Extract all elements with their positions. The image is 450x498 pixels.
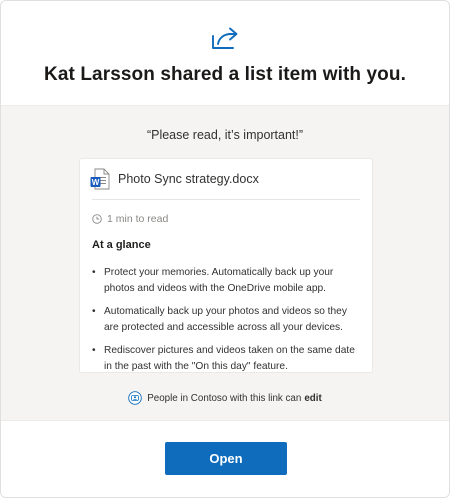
- word-document-icon: W: [90, 168, 110, 190]
- bullet: •: [92, 306, 96, 317]
- people-group-icon: [128, 391, 142, 405]
- read-time: 1 min to read: [92, 213, 360, 225]
- share-footer: Open: [1, 421, 449, 497]
- document-name[interactable]: Photo Sync strategy.docx: [118, 172, 259, 186]
- document-header: W Photo Sync strategy.docx: [90, 159, 360, 200]
- permission-level: edit: [304, 392, 322, 404]
- permission-text: People in Contoso with this link can: [147, 392, 302, 404]
- document-preview-card[interactable]: W Photo Sync strategy.docx 1 min to read…: [79, 158, 373, 373]
- glance-item: • Automatically back up your photos and …: [92, 304, 360, 335]
- share-icon: [212, 27, 238, 49]
- share-body: “Please read, it’s important!” W Photo S…: [1, 106, 449, 421]
- bullet: •: [92, 345, 96, 356]
- word-icon-letter: W: [92, 178, 100, 187]
- glance-heading: At a glance: [92, 239, 151, 251]
- share-title: Kat Larsson shared a list item with you.: [44, 64, 406, 85]
- glance-item-text: Automatically back up your photos and vi…: [104, 306, 347, 333]
- read-time-label: 1 min to read: [107, 213, 169, 225]
- glance-item-text: Rediscover pictures and videos taken on …: [104, 345, 355, 372]
- glance-item: • Rediscover pictures and videos taken o…: [92, 343, 360, 374]
- glance-list: • Protect your memories. Automatically b…: [92, 265, 360, 374]
- glance-item-text: Protect your memories. Automatically bac…: [104, 267, 334, 294]
- share-message: “Please read, it’s important!”: [146, 128, 304, 142]
- glance-item: • Protect your memories. Automatically b…: [92, 265, 360, 296]
- clock-icon: [92, 214, 102, 224]
- open-button[interactable]: Open: [165, 442, 287, 475]
- link-permission: People in Contoso with this link can edi…: [1, 391, 449, 405]
- share-header: Kat Larsson shared a list item with you.: [1, 1, 449, 106]
- share-notification-card: Kat Larsson shared a list item with you.…: [0, 0, 450, 498]
- bullet: •: [92, 267, 96, 278]
